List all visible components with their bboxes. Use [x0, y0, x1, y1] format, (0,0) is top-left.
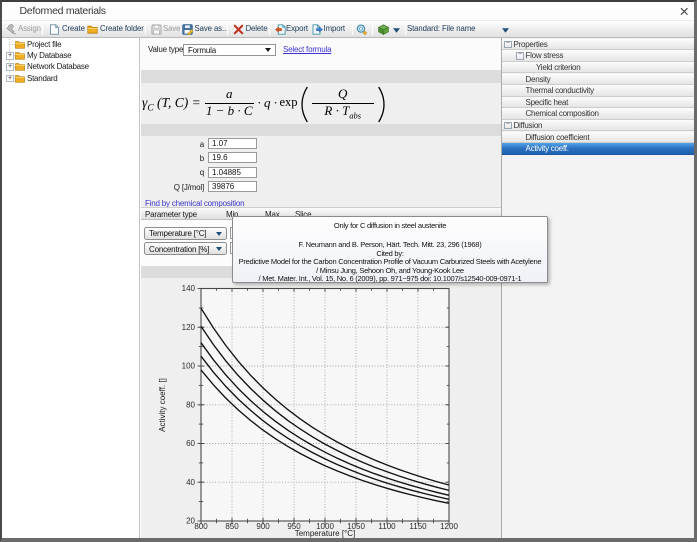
svg-text:800: 800	[194, 522, 208, 531]
svg-text:850: 850	[225, 522, 239, 531]
svg-text:60: 60	[186, 439, 195, 448]
svg-text:Activity coeff. []: Activity coeff. []	[158, 378, 167, 432]
svg-text:1200: 1200	[440, 522, 458, 531]
svg-text:900: 900	[256, 522, 270, 531]
svg-text:1100: 1100	[378, 522, 396, 531]
svg-text:Temperature [°C]: Temperature [°C]	[295, 529, 356, 538]
svg-text:1150: 1150	[409, 522, 427, 531]
svg-text:120: 120	[182, 323, 196, 332]
svg-text:40: 40	[186, 478, 195, 487]
svg-text:140: 140	[182, 284, 196, 293]
svg-text:100: 100	[182, 362, 196, 371]
svg-text:80: 80	[186, 400, 195, 409]
